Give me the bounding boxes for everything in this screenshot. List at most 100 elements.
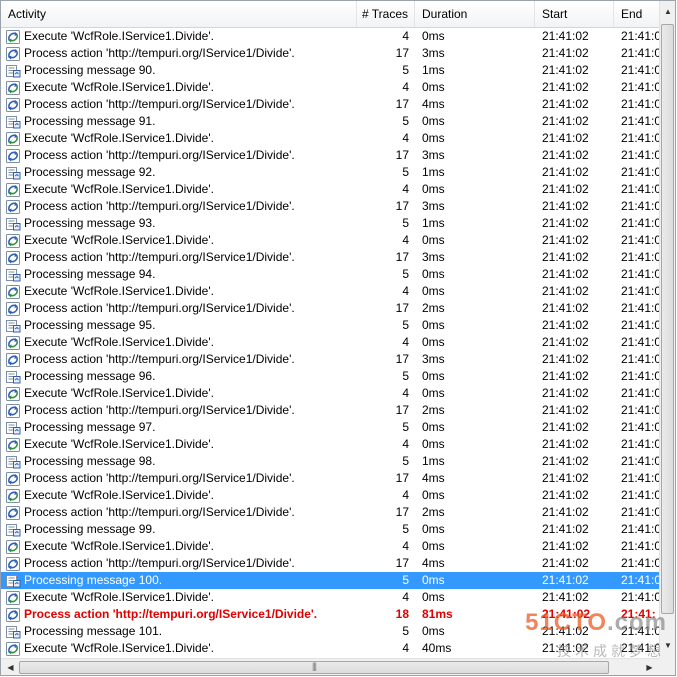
- cell-duration: 4ms: [422, 97, 445, 111]
- table-row[interactable]: Process action 'http://tempuri.org/IServ…: [1, 45, 659, 62]
- table-row[interactable]: Processing message 91. 5 0ms 21:41:02 21:41:…: [1, 113, 659, 130]
- column-header-traces[interactable]: # Traces: [357, 1, 415, 27]
- message-icon: [5, 114, 21, 130]
- table-row[interactable]: Processing message 97. 5 0ms 21:41:02 21:41:…: [1, 419, 659, 436]
- table-row[interactable]: Execute 'WcfRole.IService1.Divide'. 4 0ms 2…: [1, 334, 659, 351]
- table-row[interactable]: Execute 'WcfRole.IService1.Divide'. 4 0ms 2…: [1, 487, 659, 504]
- cell-activity: Execute 'WcfRole.IService1.Divide'.: [1, 283, 357, 300]
- table-row[interactable]: Execute 'WcfRole.IService1.Divide'. 4 0ms 2…: [1, 232, 659, 249]
- table-row[interactable]: Processing message 100. 5 0ms 21:41:02 21:41…: [1, 572, 659, 589]
- cell-end: 21:41:0: [621, 454, 659, 468]
- column-header-activity[interactable]: Activity: [1, 1, 357, 27]
- cell-activity: Execute 'WcfRole.IService1.Divide'.: [1, 538, 357, 555]
- cell-activity: Execute 'WcfRole.IService1.Divide'.: [1, 28, 357, 45]
- table-row[interactable]: Processing message 101. 5 0ms 21:41:02 21:41…: [1, 623, 659, 640]
- cell-start: 21:41:02: [542, 148, 589, 162]
- process-action-icon: [5, 403, 21, 419]
- table-row[interactable]: Execute 'WcfRole.IService1.Divide'. 4 0ms 2…: [1, 181, 659, 198]
- table-row[interactable]: Process action 'http://tempuri.org/IServ…: [1, 555, 659, 572]
- horizontal-scroll-thumb[interactable]: |||: [19, 661, 609, 674]
- scroll-right-icon[interactable]: ▶: [641, 659, 658, 675]
- column-header-duration[interactable]: Duration: [415, 1, 535, 27]
- execute-icon: [5, 539, 21, 555]
- cell-start: 21:41:02: [542, 80, 589, 94]
- cell-end: 21:41:0: [621, 250, 659, 264]
- table-row[interactable]: Processing message 90. 5 1ms 21:41:02 21:41:…: [1, 62, 659, 79]
- table-row[interactable]: Execute 'WcfRole.IService1.Divide'. 4 0ms 2…: [1, 79, 659, 96]
- cell-activity: Process action 'http://tempuri.org/IServ…: [1, 147, 357, 164]
- scroll-left-icon[interactable]: ◀: [2, 659, 19, 675]
- column-header-end[interactable]: End: [614, 1, 659, 27]
- table-row[interactable]: Execute 'WcfRole.IService1.Divide'. 4 0ms 2…: [1, 283, 659, 300]
- table-row[interactable]: Process action 'http://tempuri.org/IServ…: [1, 249, 659, 266]
- resize-grip[interactable]: [659, 658, 675, 675]
- table-row[interactable]: Process action 'http://tempuri.org/IServ…: [1, 606, 659, 623]
- table-row[interactable]: Processing message 99. 5 0ms 21:41:02 21:41:…: [1, 521, 659, 538]
- table-row[interactable]: Execute 'WcfRole.IService1.Divide'. 4 0ms 2…: [1, 28, 659, 45]
- process-action-icon: [5, 199, 21, 215]
- table-row[interactable]: Execute 'WcfRole.IService1.Divide'. 4 0ms 2…: [1, 589, 659, 606]
- process-action-icon: [5, 556, 21, 572]
- message-icon: [5, 454, 21, 470]
- activity-label: Process action 'http://tempuri.org/IServ…: [24, 199, 295, 213]
- cell-traces: 5: [402, 369, 409, 383]
- cell-end: 21:41:0: [621, 335, 659, 349]
- cell-traces: 4: [402, 590, 409, 604]
- activity-label: Process action 'http://tempuri.org/IServ…: [24, 505, 295, 519]
- execute-icon: [5, 437, 21, 453]
- horizontal-scrollbar[interactable]: ◀ ||| ▶: [1, 658, 659, 675]
- cell-activity: Execute 'WcfRole.IService1.Divide'.: [1, 232, 357, 249]
- cell-duration: 0ms: [422, 488, 445, 502]
- cell-end: 21:41:0: [621, 624, 659, 638]
- table-row[interactable]: Process action 'http://tempuri.org/IServ…: [1, 351, 659, 368]
- vertical-scrollbar[interactable]: ▲ ▼: [659, 1, 675, 658]
- table-row[interactable]: Process action 'http://tempuri.org/IServ…: [1, 96, 659, 113]
- activity-label: Process action 'http://tempuri.org/IServ…: [24, 556, 295, 570]
- execute-icon: [5, 386, 21, 402]
- table-row[interactable]: Processing message 92. 5 1ms 21:41:02 21:41:…: [1, 164, 659, 181]
- cell-traces: 17: [395, 46, 409, 60]
- cell-traces: 5: [402, 318, 409, 332]
- cell-duration: 3ms: [422, 46, 445, 60]
- table-row[interactable]: Processing message 94. 5 0ms 21:41:02 21:41:…: [1, 266, 659, 283]
- column-header-start[interactable]: Start: [535, 1, 614, 27]
- activity-label: Execute 'WcfRole.IService1.Divide'.: [24, 488, 214, 502]
- cell-duration: 0ms: [422, 284, 445, 298]
- table-row[interactable]: Process action 'http://tempuri.org/IServ…: [1, 198, 659, 215]
- table-row[interactable]: Execute 'WcfRole.IService1.Divide'. 4 0ms 2…: [1, 385, 659, 402]
- cell-start: 21:41:02: [542, 46, 589, 60]
- cell-traces: 17: [395, 199, 409, 213]
- table-row[interactable]: Execute 'WcfRole.IService1.Divide'. 4 40ms…: [1, 640, 659, 657]
- scroll-up-icon[interactable]: ▲: [660, 3, 675, 20]
- execute-icon: [5, 182, 21, 198]
- cell-end: 21:41:0: [621, 97, 659, 111]
- scroll-down-icon[interactable]: ▼: [660, 637, 675, 654]
- table-row[interactable]: Process action 'http://tempuri.org/IServ…: [1, 402, 659, 419]
- table-row[interactable]: Processing message 98. 5 1ms 21:41:02 21:41:…: [1, 453, 659, 470]
- activity-label: Process action 'http://tempuri.org/IServ…: [24, 46, 295, 60]
- table-row[interactable]: Execute 'WcfRole.IService1.Divide'. 4 0ms 2…: [1, 538, 659, 555]
- cell-start: 21:41:02: [542, 420, 589, 434]
- table-row[interactable]: Process action 'http://tempuri.org/IServ…: [1, 504, 659, 521]
- table-row[interactable]: Processing message 93. 5 1ms 21:41:02 21:41:…: [1, 215, 659, 232]
- cell-activity: Process action 'http://tempuri.org/IServ…: [1, 504, 357, 521]
- cell-duration: 0ms: [422, 420, 445, 434]
- cell-end: 21:41:0: [621, 216, 659, 230]
- cell-traces: 4: [402, 29, 409, 43]
- cell-start: 21:41:02: [542, 590, 589, 604]
- cell-traces: 4: [402, 641, 409, 655]
- table-row[interactable]: Execute 'WcfRole.IService1.Divide'. 4 0ms 2…: [1, 436, 659, 453]
- table-row[interactable]: Process action 'http://tempuri.org/IServ…: [1, 300, 659, 317]
- vertical-scroll-thumb[interactable]: [661, 24, 674, 614]
- activity-label: Processing message 100.: [24, 573, 163, 587]
- table-row[interactable]: Process action 'http://tempuri.org/IServ…: [1, 470, 659, 487]
- table-row[interactable]: Execute 'WcfRole.IService1.Divide'. 4 0ms 2…: [1, 130, 659, 147]
- table-row[interactable]: Process action 'http://tempuri.org/IServ…: [1, 147, 659, 164]
- cell-traces: 17: [395, 352, 409, 366]
- table-row[interactable]: Processing message 96. 5 0ms 21:41:02 21:41:…: [1, 368, 659, 385]
- cell-end: 21:41:0: [621, 369, 659, 383]
- activity-list-view[interactable]: Activity # Traces Duration Start End Exe…: [0, 0, 676, 676]
- table-row[interactable]: Processing message 95. 5 0ms 21:41:02 21:41:…: [1, 317, 659, 334]
- cell-duration: 0ms: [422, 437, 445, 451]
- cell-duration: 0ms: [422, 386, 445, 400]
